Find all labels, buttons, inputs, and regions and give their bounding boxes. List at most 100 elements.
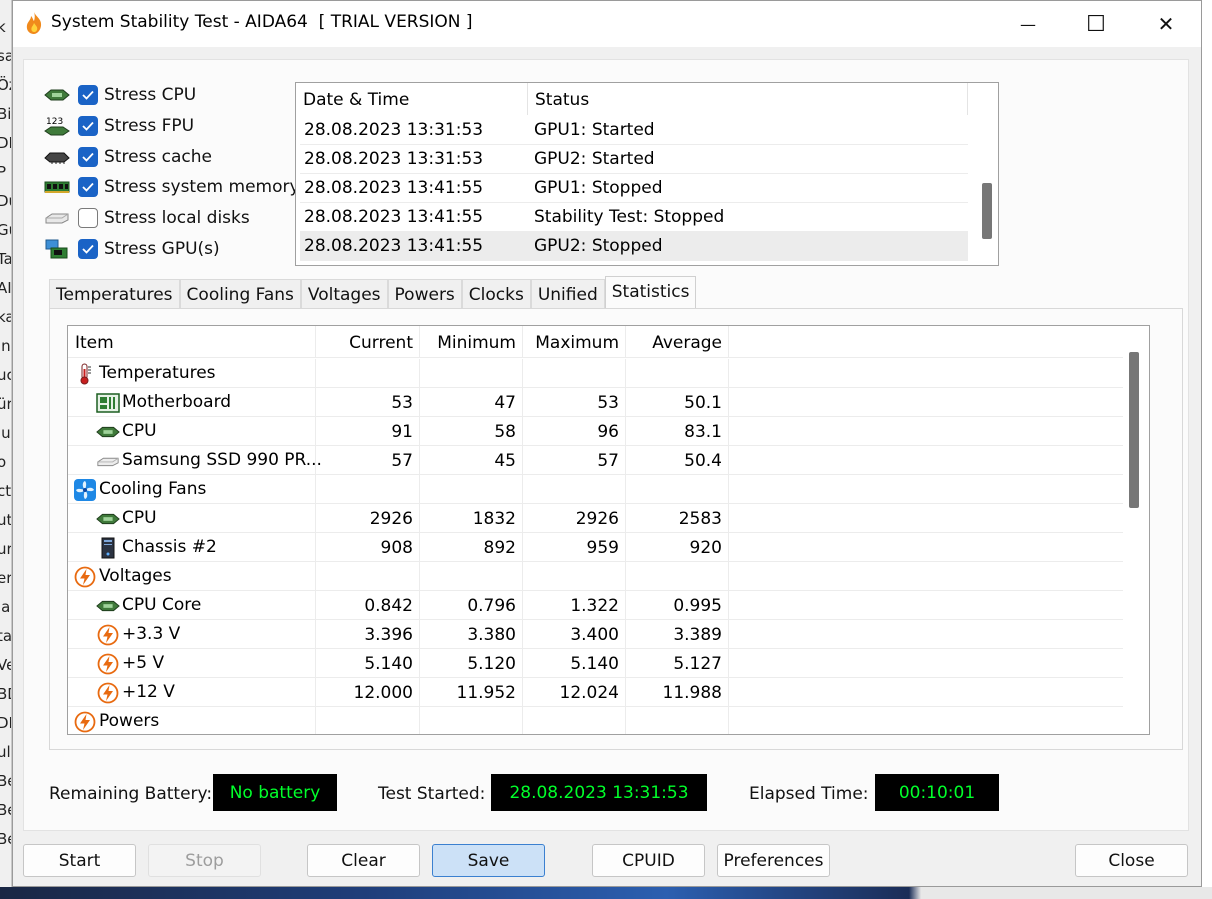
cpuid-button[interactable]: CPUID bbox=[592, 844, 705, 877]
statistics-minimum-cell: 3.380 bbox=[420, 620, 523, 649]
background-text: AI bbox=[0, 279, 12, 297]
statistics-row[interactable]: CPU 91 58 96 83.1 bbox=[68, 417, 1123, 446]
stress-option-label[interactable]: Stress GPU(s) bbox=[104, 239, 220, 259]
statistics-current-cell bbox=[316, 562, 420, 591]
minimize-icon: — bbox=[1020, 14, 1036, 34]
header-current[interactable]: Current bbox=[316, 326, 420, 358]
log-row[interactable]: 28.08.2023 13:41:55 GPU1: Stopped bbox=[300, 174, 968, 203]
statistics-item-label: Motherboard bbox=[122, 392, 232, 412]
log-header-status[interactable]: Status bbox=[528, 83, 968, 115]
statistics-row[interactable]: Motherboard 53 47 53 50.1 bbox=[68, 388, 1123, 417]
header-average[interactable]: Average bbox=[626, 326, 729, 358]
statistics-scrollbar-thumb[interactable] bbox=[1129, 352, 1139, 508]
statistics-table[interactable]: Item Current Minimum Maximum Average Tem… bbox=[67, 325, 1150, 735]
statistics-header-row: Item Current Minimum Maximum Average bbox=[68, 326, 1123, 358]
stress-checkbox[interactable] bbox=[78, 85, 98, 105]
statistics-item-cell: Samsung SSD 990 PR... bbox=[68, 446, 322, 475]
statistics-maximum-cell: 57 bbox=[523, 446, 626, 475]
stress-checkbox[interactable] bbox=[78, 208, 98, 229]
background-text: lu bbox=[0, 424, 11, 442]
statistics-row[interactable]: CPU 2926 1832 2926 2583 bbox=[68, 504, 1123, 533]
sensor-tabs: Temperatures Cooling Fans Voltages Powers Cl… bbox=[49, 276, 697, 312]
event-log-list[interactable]: Date & Time Status 28.08.2023 13:31:53 GP… bbox=[295, 82, 999, 266]
statistics-current-cell: 908 bbox=[316, 533, 420, 562]
statistics-item-label: Voltages bbox=[99, 566, 172, 586]
statistics-item-cell: Motherboard bbox=[68, 388, 316, 417]
stress-option-label[interactable]: Stress system memory bbox=[104, 177, 300, 197]
thermometer-icon bbox=[73, 363, 97, 385]
client-area: Stress CPU 123 Stress FPU Stress cache Stres… bbox=[23, 59, 1189, 831]
statistics-maximum-cell: 5.140 bbox=[523, 649, 626, 678]
preferences-button[interactable]: Preferences bbox=[717, 844, 830, 877]
voltage-icon bbox=[96, 682, 120, 704]
statistics-minimum-cell bbox=[420, 562, 523, 591]
statistics-row[interactable]: Chassis #2 908 892 959 920 bbox=[68, 533, 1123, 562]
background-text: ta bbox=[0, 627, 12, 645]
stress-option[interactable]: Stress cache bbox=[42, 143, 212, 171]
statistics-current-cell: 57 bbox=[316, 446, 420, 475]
statistics-average-cell bbox=[626, 707, 729, 734]
header-maximum[interactable]: Maximum bbox=[523, 326, 626, 358]
start-button[interactable]: Start bbox=[23, 844, 136, 877]
stress-checkbox[interactable] bbox=[78, 115, 98, 136]
statistics-group-row[interactable]: Powers bbox=[68, 707, 1123, 734]
close-button[interactable]: Close bbox=[1075, 844, 1188, 877]
clear-button[interactable]: Clear bbox=[307, 844, 420, 877]
window-title: System Stability Test - AIDA64 [ TRIAL V… bbox=[51, 12, 473, 32]
close-window-button[interactable]: ✕ bbox=[1131, 1, 1201, 47]
statistics-row[interactable]: +5 V 5.140 5.120 5.140 5.127 bbox=[68, 649, 1123, 678]
stress-option[interactable]: Stress system memory bbox=[42, 173, 300, 201]
statistics-minimum-cell bbox=[420, 707, 523, 734]
log-scrollbar-thumb[interactable] bbox=[982, 183, 992, 239]
stress-option-label[interactable]: Stress cache bbox=[104, 147, 212, 167]
stress-option[interactable]: Stress GPU(s) bbox=[42, 235, 220, 263]
background-window-edge: k sa Öz Bil DI P Dü Gü Ta AI ka in uc ür lu o ct ut ur er la… bbox=[0, 0, 12, 899]
stress-option[interactable]: Stress local disks bbox=[42, 204, 250, 232]
maximize-button[interactable]: ☐ bbox=[1061, 1, 1131, 47]
background-text: k bbox=[0, 18, 6, 36]
statistics-current-cell: 53 bbox=[316, 388, 420, 417]
title-bar[interactable]: System Stability Test - AIDA64 [ TRIAL V… bbox=[13, 1, 1201, 47]
statistics-item-label: CPU bbox=[122, 508, 157, 528]
statistics-group-row[interactable]: Voltages bbox=[68, 562, 1123, 591]
statistics-maximum-cell: 96 bbox=[523, 417, 626, 446]
stress-checkbox[interactable] bbox=[78, 239, 98, 259]
statistics-row[interactable]: CPU Core 0.842 0.796 1.322 0.995 bbox=[68, 591, 1123, 620]
minimize-button[interactable]: — bbox=[993, 1, 1063, 47]
statistics-group-row[interactable]: Temperatures bbox=[68, 359, 1123, 388]
statistics-group-row[interactable]: Cooling Fans bbox=[68, 475, 1123, 504]
log-datetime: 28.08.2023 13:41:55 bbox=[304, 236, 484, 256]
log-row[interactable]: 28.08.2023 13:41:55 Stability Test: Stopp… bbox=[300, 203, 968, 232]
statistics-row[interactable]: Samsung SSD 990 PR... 57 45 57 50.4 bbox=[68, 446, 1123, 475]
background-text: Be bbox=[0, 772, 11, 790]
maximize-icon: ☐ bbox=[1086, 11, 1106, 37]
checkmark-icon bbox=[82, 183, 94, 193]
statistics-row[interactable]: +3.3 V 3.396 3.380 3.400 3.389 bbox=[68, 620, 1123, 649]
stress-option-label[interactable]: Stress CPU bbox=[104, 85, 196, 105]
statistics-row[interactable]: +12 V 12.000 11.952 12.024 11.988 bbox=[68, 678, 1123, 707]
cpu-chip-icon bbox=[96, 421, 120, 443]
log-row[interactable]: 28.08.2023 13:31:53 GPU1: Started bbox=[300, 116, 968, 145]
statistics-average-cell: 2583 bbox=[626, 504, 729, 533]
save-button[interactable]: Save bbox=[432, 844, 545, 877]
statistics-item-cell: Cooling Fans bbox=[68, 475, 316, 504]
tab-statistics[interactable]: Statistics bbox=[604, 276, 697, 312]
log-row[interactable]: 28.08.2023 13:31:53 GPU2: Started bbox=[300, 145, 968, 174]
stress-option-label[interactable]: Stress local disks bbox=[104, 208, 250, 228]
header-item[interactable]: Item bbox=[68, 326, 316, 358]
log-row[interactable]: 28.08.2023 13:41:55 GPU2: Stopped bbox=[300, 232, 968, 261]
cpu-chip-icon bbox=[42, 84, 72, 106]
statistics-minimum-cell: 1832 bbox=[420, 504, 523, 533]
stress-checkbox[interactable] bbox=[78, 146, 98, 167]
statistics-average-cell: 0.995 bbox=[626, 591, 729, 620]
stop-button[interactable]: Stop bbox=[148, 844, 261, 877]
log-header-datetime[interactable]: Date & Time bbox=[296, 83, 528, 115]
stability-test-window: System Stability Test - AIDA64 [ TRIAL V… bbox=[12, 0, 1202, 887]
stress-option[interactable]: 123 Stress FPU bbox=[42, 112, 194, 140]
background-text: DI bbox=[0, 134, 11, 152]
statistics-minimum-cell: 892 bbox=[420, 533, 523, 562]
stress-option-label[interactable]: Stress FPU bbox=[104, 116, 194, 136]
stress-option[interactable]: Stress CPU bbox=[42, 81, 196, 109]
stress-checkbox[interactable] bbox=[78, 177, 98, 198]
header-minimum[interactable]: Minimum bbox=[420, 326, 523, 358]
